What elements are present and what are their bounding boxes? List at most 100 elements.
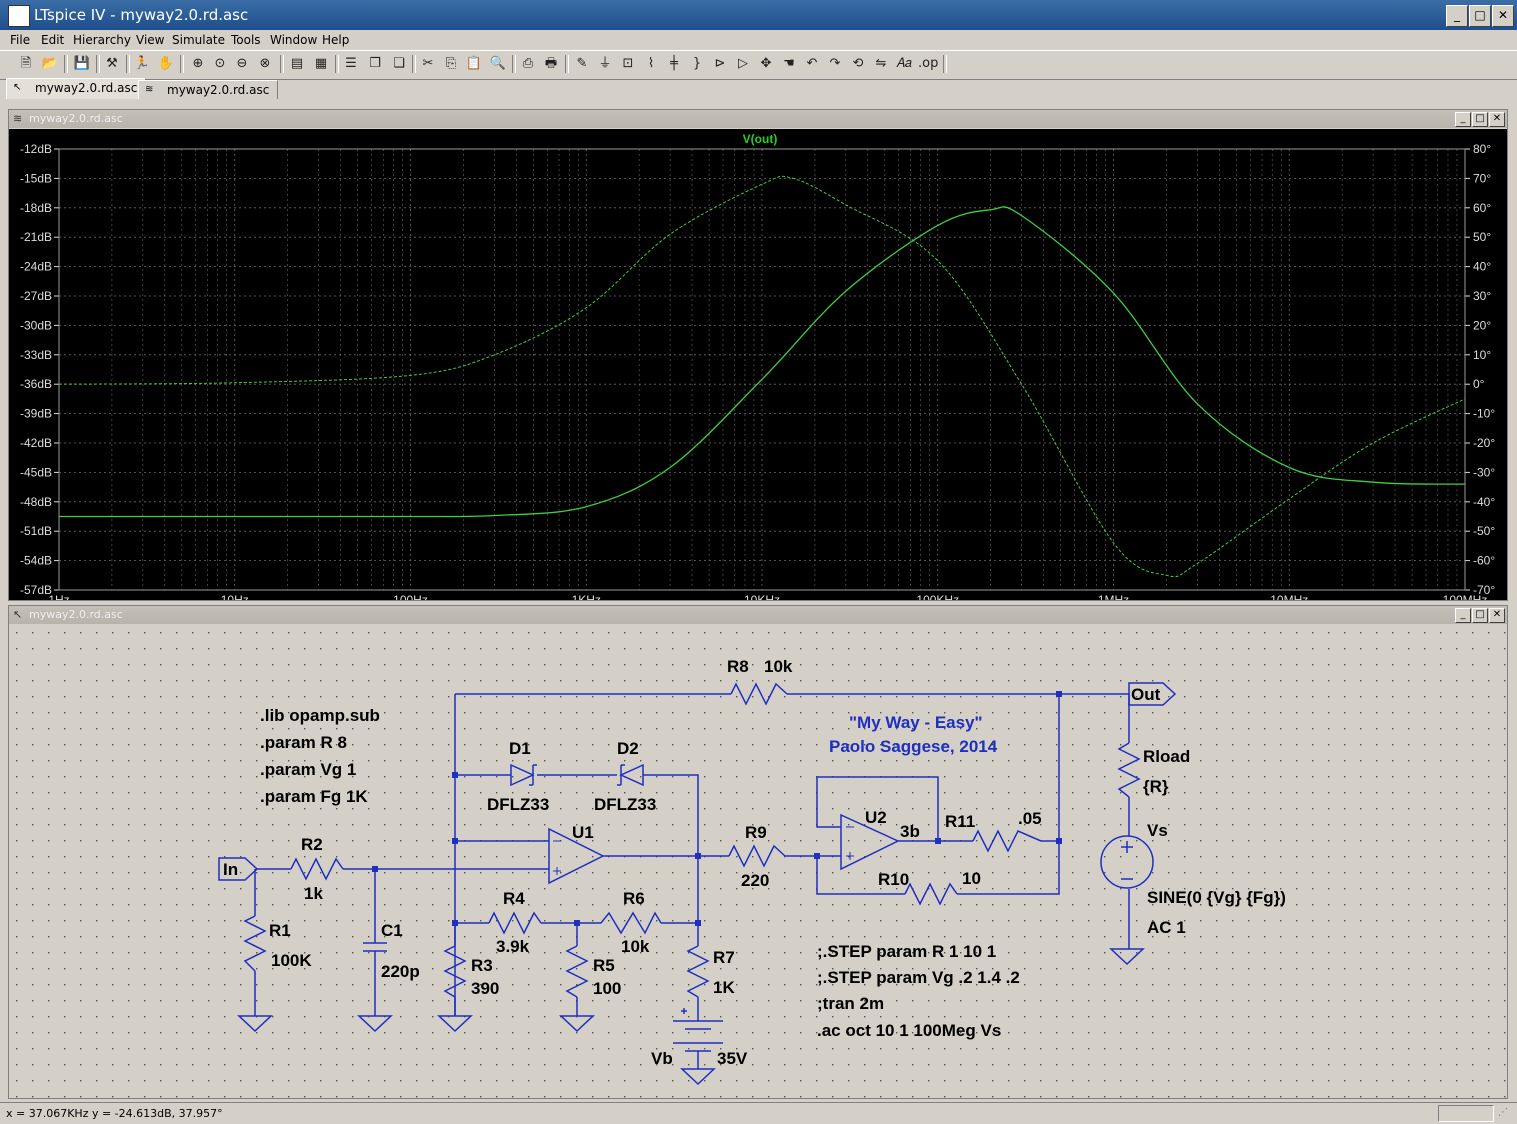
menu-file[interactable]: File (10, 33, 30, 47)
tile-horizontal-icon[interactable]: ☰ (341, 54, 361, 74)
toolbar-separator (96, 55, 100, 73)
tab-schematic[interactable]: ↖ myway2.0.rd.asc (6, 78, 147, 99)
label-net-icon[interactable]: ⊡ (618, 54, 638, 74)
maximize-button[interactable]: □ (1469, 5, 1491, 27)
diode-icon[interactable]: ⊳ (710, 54, 730, 74)
directive-param-vg[interactable]: .param Vg 1 (260, 760, 356, 779)
schematic-window-titlebar[interactable]: ↖ myway2.0.rd.asc _ □ ✕ (9, 606, 1507, 624)
y-tick-label: -33dB (20, 348, 52, 362)
menu-view[interactable]: View (136, 33, 164, 47)
zoom-in-icon[interactable]: ⊕ (188, 54, 208, 74)
menu-window[interactable]: Window (270, 33, 317, 47)
y-right-tick-label: -70° (1473, 583, 1495, 597)
mirror-icon[interactable]: ⇋ (871, 54, 891, 74)
run-icon[interactable]: 🏃 (132, 54, 152, 74)
zoom-fit-icon[interactable]: ⊗ (255, 54, 275, 74)
label-rload: Rload (1143, 747, 1190, 766)
y-right-tick-label: 30° (1473, 289, 1491, 303)
y-right-tick-label: 40° (1473, 260, 1491, 274)
plot-window-titlebar[interactable]: ≋ myway2.0.rd.asc _ □ ✕ (9, 110, 1507, 128)
find-icon[interactable]: 🔍 (488, 54, 508, 74)
directive-param-fg[interactable]: .param Fg 1K (260, 787, 368, 806)
menu-simulate[interactable]: Simulate (172, 33, 225, 47)
capacitor-icon[interactable]: ╪ (664, 54, 684, 74)
resistor-icon[interactable]: ⌇ (641, 54, 661, 74)
comment-step-r[interactable]: ;.STEP param R 1 10 1 (817, 942, 996, 961)
print-preview-icon[interactable]: ⎙ (518, 54, 538, 74)
undo-icon[interactable]: ↶ (802, 54, 822, 74)
cascade-icon[interactable]: ❐ (365, 54, 385, 74)
wire-icon[interactable]: ✎ (572, 54, 592, 74)
label-vs-ac: AC 1 (1147, 918, 1186, 937)
autorange-icon[interactable]: ▤ (287, 54, 307, 74)
plot-close-button[interactable]: ✕ (1489, 112, 1505, 127)
rotate-icon[interactable]: ⟲ (848, 54, 868, 74)
cut-icon[interactable]: ✂ (418, 54, 438, 74)
open-icon[interactable]: 📂 (40, 54, 60, 74)
plot-restore-button[interactable]: □ (1472, 112, 1488, 127)
label-u2: U2 (865, 808, 887, 827)
copy-icon[interactable]: ⎘ (441, 54, 461, 74)
menu-tools[interactable]: Tools (231, 33, 261, 47)
tile-vertical-icon[interactable]: ❏ (389, 54, 409, 74)
label-r10: R10 (878, 870, 909, 889)
comment-step-vg[interactable]: ;.STEP param Vg .2 1.4 .2 (817, 968, 1020, 987)
directive-param-r[interactable]: .param R 8 (260, 733, 347, 752)
y-tick-label: -36dB (20, 377, 52, 391)
ground-icon[interactable]: ⏚ (595, 54, 615, 74)
paste-icon[interactable]: 📋 (464, 54, 484, 74)
schematic-restore-button[interactable]: □ (1472, 608, 1488, 623)
label-r2-value: 1k (304, 884, 323, 903)
tab-label: myway2.0.rd.asc (35, 81, 138, 95)
drag-icon[interactable]: ☚ (779, 54, 799, 74)
plot-minimize-button[interactable]: _ (1455, 112, 1471, 127)
new-schematic-icon[interactable]: 🗎 (16, 54, 36, 74)
zoom-pan-icon[interactable]: ⊙ (210, 54, 230, 74)
move-icon[interactable]: ✥ (756, 54, 776, 74)
save-icon[interactable]: 💾 (72, 54, 92, 74)
schematic-canvas[interactable]: In Out R8 10k R2 1k R1 100K C1 220p R3 3… (9, 625, 1507, 1098)
close-button[interactable]: ✕ (1492, 5, 1514, 27)
schematic-close-button[interactable]: ✕ (1489, 608, 1505, 623)
menu-hierarchy[interactable]: Hierarchy (73, 33, 131, 47)
component-icon[interactable]: ▷ (733, 54, 753, 74)
label-r8: R8 (727, 657, 749, 676)
y-tick-label: -54dB (20, 554, 52, 568)
y-right-tick-label: 20° (1473, 318, 1491, 332)
print-icon[interactable]: 🖶 (541, 54, 561, 74)
directive-lib[interactable]: .lib opamp.sub (260, 706, 380, 725)
minimize-button[interactable]: _ (1446, 5, 1468, 27)
redo-icon[interactable]: ↷ (825, 54, 845, 74)
schematic-minimize-button[interactable]: _ (1455, 608, 1471, 623)
halt-icon[interactable]: ✋ (156, 54, 176, 74)
plot-area[interactable]: 1Hz 10Hz 100Hz 1KHz 10KHz 100KHz 1MHz 10MHz 100M… (9, 129, 1507, 607)
grid-icon[interactable]: ▦ (311, 54, 331, 74)
control-panel-icon[interactable]: ⚒ (102, 54, 122, 74)
directive-ac[interactable]: .ac oct 10 1 100Meg Vs (817, 1021, 1001, 1040)
schematic-icon: ↖ (13, 82, 22, 93)
toolbar-separator (512, 55, 516, 73)
bode-plot[interactable]: 1Hz 10Hz 100Hz 1KHz 10KHz 100KHz 1MHz 10MHz 100M… (9, 129, 1507, 607)
label-r9-value: 220 (741, 871, 769, 890)
y-tick-label: -39dB (20, 407, 52, 421)
label-vs: Vs (1147, 821, 1168, 840)
text-icon[interactable]: 𝐴𝑎 (894, 54, 914, 74)
status-bar: x = 37.067KHz y = -24.613dB, 37.957° ⋰ (0, 1102, 1517, 1124)
zoom-out-icon[interactable]: ⊖ (232, 54, 252, 74)
menu-edit[interactable]: Edit (41, 33, 64, 47)
y-right-tick-label: -60° (1473, 554, 1495, 568)
label-r7: R7 (713, 948, 735, 967)
inductor-icon[interactable]: } (687, 54, 707, 74)
ltspice-app-icon[interactable] (8, 5, 30, 27)
menu-help[interactable]: Help (322, 33, 349, 47)
spice-directive-icon[interactable]: .op (918, 54, 938, 74)
schematic-icon: ↖ (13, 608, 23, 621)
label-r5-value: 100 (593, 979, 621, 998)
y-tick-label: -21dB (20, 230, 52, 244)
comment-tran[interactable]: ;tran 2m (817, 994, 884, 1013)
schematic-svg[interactable]: In Out R8 10k R2 1k R1 100K C1 220p R3 3… (9, 625, 1507, 1098)
resize-grip-icon[interactable]: ⋰ (1498, 1107, 1512, 1121)
label-r6: R6 (623, 889, 645, 908)
tab-waveform[interactable]: ≋ myway2.0.rd.asc (138, 80, 279, 99)
toolbar-separator (280, 55, 284, 73)
